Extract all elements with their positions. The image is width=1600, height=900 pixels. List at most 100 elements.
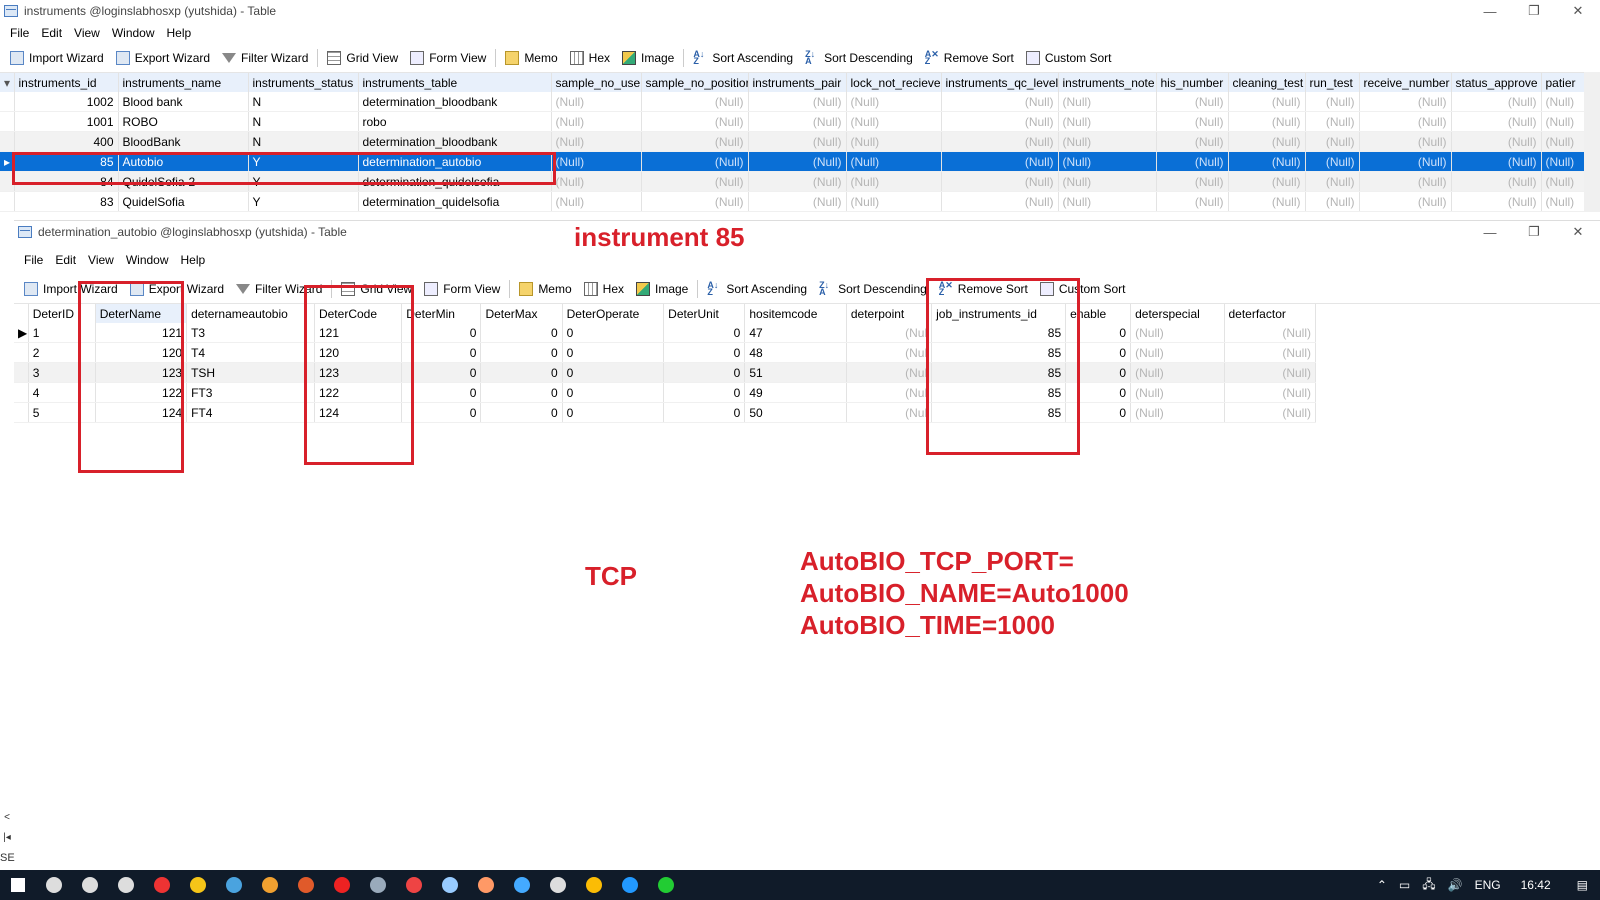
menu-edit[interactable]: Edit [35,26,68,40]
table-cell[interactable]: N [248,111,359,132]
table-cell-null[interactable]: (Null) [1541,171,1585,192]
table-cell-null[interactable]: (Null) [1305,92,1360,112]
table-cell-null[interactable]: (Null) [846,111,942,132]
column-header[interactable]: sample_no_use [551,73,642,92]
battery-icon[interactable]: ▭ [1393,878,1416,892]
table-cell-null[interactable]: (Null) [748,92,847,112]
table-cell[interactable]: T3 [186,323,315,343]
table-cell-null[interactable]: (Null) [1541,131,1585,152]
image-button[interactable]: Image [630,277,694,301]
table-cell-null[interactable]: (Null) [1156,111,1229,132]
table-cell-null[interactable]: (Null) [846,191,942,212]
hex-button[interactable]: Hex [564,46,616,70]
show-hidden-icons-icon[interactable]: ⌃ [1371,878,1393,892]
table-cell-null[interactable]: (Null) [551,92,642,112]
table-cell-null[interactable]: (Null) [1058,111,1157,132]
table-row[interactable]: 4 122 FT3 122 0 0 0 0 49 (Nul 85 0 (Null) (Null) [14,382,1316,403]
table-cell[interactable]: T4 [186,342,315,363]
table-row[interactable]: 1002 Blood bank Ndetermination_bloodbank (N… [0,92,1585,112]
table-cell-null[interactable]: (Null) [1451,151,1542,172]
form-view-button[interactable]: Form View [404,46,492,70]
table-cell-null[interactable]: (Null) [941,151,1059,172]
table-cell[interactable]: 83 [14,191,119,212]
table-cell[interactable]: FT3 [186,382,315,403]
table-cell-null[interactable]: (Null) [846,131,942,152]
minimize-button[interactable]: — [1468,221,1512,243]
table-cell-null[interactable]: (Null) [1359,191,1452,212]
close-button[interactable]: ✕ [1556,0,1600,22]
table-cell-null[interactable]: (Null) [1228,191,1306,212]
table-cell-null[interactable]: (Null) [846,92,942,112]
table-cell[interactable]: (Null) [1224,402,1316,423]
menu-view[interactable]: View [82,253,120,267]
table-cell-null[interactable]: (Null) [1058,92,1157,112]
table-cell[interactable]: 0 [480,402,563,423]
table-cell-null[interactable]: (Null) [1359,171,1452,192]
table-cell-null[interactable]: (Null) [1541,191,1585,212]
app-icon[interactable] [144,870,180,900]
table-cell[interactable]: 0 [663,402,746,423]
table-cell[interactable]: N [248,92,359,112]
column-header[interactable]: DeterOperate [562,304,665,323]
table-cell-null[interactable]: (Null) [846,171,942,192]
column-header[interactable]: deternameautobio [186,304,315,323]
column-header[interactable]: patier [1541,73,1585,92]
table-cell-null[interactable]: (Null) [641,151,749,172]
custom-sort-button[interactable]: Custom Sort [1020,46,1118,70]
table-cell[interactable]: Blood bank [118,92,249,112]
column-header[interactable]: instruments_pair [748,73,847,92]
app-icon[interactable] [432,870,468,900]
menu-edit[interactable]: Edit [49,253,82,267]
table-cell-null[interactable]: (Null) [748,111,847,132]
table-cell[interactable]: 0 [562,382,665,403]
clock[interactable]: 16:42 [1507,878,1565,892]
column-header[interactable]: his_number [1156,73,1229,92]
table-cell-null[interactable]: (Null) [551,191,642,212]
column-header[interactable]: deterpoint [846,304,933,323]
table-cell-null[interactable]: (Null) [1228,131,1306,152]
table-cell-null[interactable]: (Null) [551,171,642,192]
table-cell[interactable]: (Null) [1224,362,1316,383]
first-record-button[interactable]: |◂ [0,832,14,848]
table-cell-null[interactable]: (Null) [1156,171,1229,192]
column-header[interactable]: DeterMax [480,304,563,323]
table-cell[interactable]: ROBO [118,111,249,132]
menu-file[interactable]: File [4,26,35,40]
table-cell[interactable]: (Nul [846,362,933,383]
import-wizard-button[interactable]: Import Wizard [4,46,110,70]
volume-icon[interactable]: 🔊 [1442,878,1469,892]
table-cell-null[interactable]: (Null) [1156,92,1229,112]
column-header[interactable]: run_test [1305,73,1360,92]
table-cell-null[interactable]: (Null) [1058,151,1157,172]
column-header[interactable]: deterspecial [1130,304,1225,323]
table-row[interactable]: 400 BloodBank Ndetermination_bloodbank (Nul… [0,131,1585,152]
menu-file[interactable]: File [18,253,49,267]
sort-descending-button[interactable]: Z↓ A Sort Descending [813,277,933,301]
menu-window[interactable]: Window [106,26,161,40]
cortana-icon[interactable] [72,870,108,900]
column-header[interactable]: instruments_note [1058,73,1157,92]
menu-help[interactable]: Help [161,26,198,40]
app-icon[interactable] [216,870,252,900]
app-icon[interactable] [468,870,504,900]
table-cell[interactable]: determination_bloodbank [358,131,552,152]
table-cell-null[interactable]: (Null) [1156,151,1229,172]
table-cell[interactable]: (Nul [846,323,933,343]
menu-view[interactable]: View [68,26,106,40]
table-cell-null[interactable]: (Null) [641,111,749,132]
table-cell-null[interactable]: (Null) [1451,171,1542,192]
table-cell-null[interactable]: (Null) [1156,191,1229,212]
table-cell[interactable]: 47 [744,323,847,343]
vertical-scrollbar[interactable] [1584,72,1600,212]
table-row[interactable]: 2 120 T4 120 0 0 0 0 48 (Nul 85 0 (Null) (Null) [14,342,1316,363]
table-cell[interactable]: 0 [663,342,746,363]
table-cell-null[interactable]: (Null) [551,111,642,132]
form-view-button[interactable]: Form View [418,277,506,301]
table-cell-null[interactable]: (Null) [641,171,749,192]
column-header[interactable]: instruments_name [118,73,249,92]
app-icon[interactable] [504,870,540,900]
table-cell[interactable]: (Nul [846,382,933,403]
app-icon[interactable] [324,870,360,900]
remove-sort-button[interactable]: A✕ Z Remove Sort [919,46,1020,70]
horizontal-scroll-left-button[interactable]: < [0,812,14,828]
